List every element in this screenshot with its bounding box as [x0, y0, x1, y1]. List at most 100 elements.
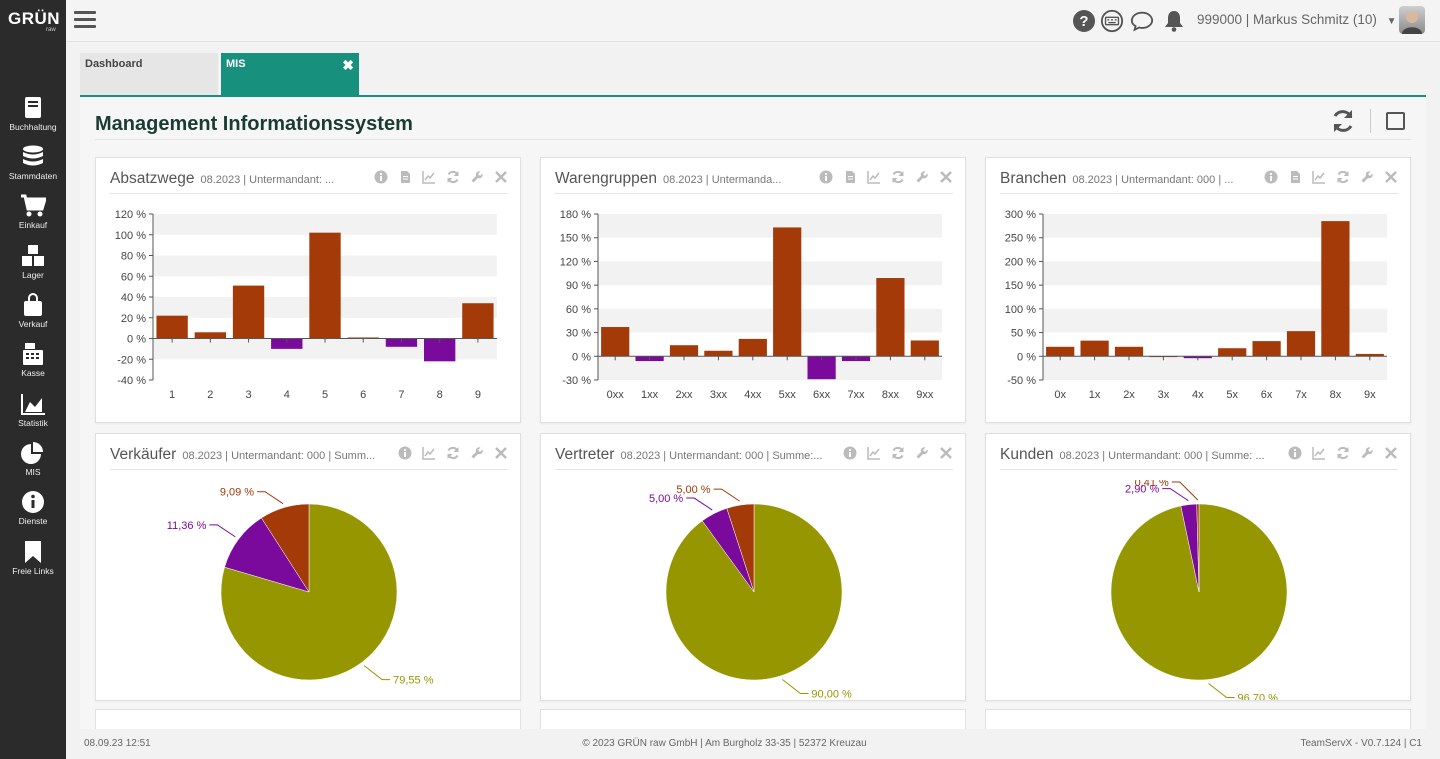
tab-mis[interactable]: MIS ✖ — [221, 53, 359, 95]
keyboard-icon[interactable] — [1100, 9, 1124, 33]
main-panel: Management Informationssystem Absatzwege… — [80, 97, 1426, 729]
line-chart-icon[interactable] — [867, 170, 881, 184]
close-icon[interactable] — [494, 446, 508, 460]
sidebar-item-mis[interactable]: MIS — [0, 441, 66, 487]
sidebar-item-buchhaltung[interactable]: Buchhaltung — [0, 96, 66, 142]
bar[interactable] — [156, 315, 188, 339]
bar[interactable] — [1321, 221, 1350, 357]
close-icon[interactable] — [1384, 170, 1398, 184]
refresh-icon[interactable] — [1336, 446, 1350, 460]
sidebar-item-label: Buchhaltung — [9, 122, 57, 132]
x-tick-label: 2x — [1123, 389, 1135, 401]
info-icon[interactable] — [374, 170, 388, 184]
document-icon[interactable] — [843, 170, 857, 184]
footer-version: TeamServX - V0.7.124 | C1 — [1300, 738, 1422, 749]
info-icon[interactable] — [819, 170, 833, 184]
logo-subtext: raw — [46, 27, 56, 33]
sidebar-item-label: MIS — [25, 467, 41, 477]
wrench-icon[interactable] — [915, 446, 929, 460]
bar[interactable] — [704, 350, 733, 357]
sidebar-item-kasse[interactable]: Kasse — [0, 342, 66, 388]
area-chart-icon — [21, 394, 45, 415]
bar[interactable] — [1114, 346, 1144, 357]
wrench-icon[interactable] — [915, 170, 929, 184]
bar[interactable] — [738, 338, 767, 357]
wrench-icon[interactable] — [1360, 446, 1374, 460]
chevron-down-icon: ▼ — [1386, 16, 1397, 27]
bar[interactable] — [309, 232, 341, 339]
refresh-icon[interactable] — [446, 446, 460, 460]
pie-label: 9,09 % — [220, 487, 254, 499]
x-tick-label: 9xx — [916, 389, 934, 401]
app-logo[interactable]: GRÜN raw — [0, 0, 66, 42]
refresh-icon[interactable] — [891, 170, 905, 184]
tab-label: Dashboard — [85, 58, 143, 70]
bar[interactable] — [1080, 340, 1109, 357]
help-icon[interactable]: ? — [1072, 9, 1096, 33]
bar[interactable] — [1252, 341, 1281, 357]
info-icon[interactable] — [843, 446, 857, 460]
y-tick-label: 60 % — [566, 304, 591, 316]
sidebar-item-label: Statistik — [18, 418, 48, 428]
x-tick-label: 5x — [1226, 389, 1238, 401]
bar[interactable] — [1046, 346, 1075, 357]
y-tick-label: -20 % — [117, 354, 146, 366]
bar[interactable] — [910, 340, 939, 357]
info-icon[interactable] — [1264, 170, 1278, 184]
document-icon[interactable] — [1288, 170, 1302, 184]
bar[interactable] — [462, 303, 494, 339]
bar[interactable] — [669, 345, 699, 357]
menu-toggle-icon[interactable] — [74, 11, 96, 29]
pie-label: 90,00 % — [811, 688, 852, 700]
refresh-icon[interactable] — [1336, 170, 1350, 184]
wrench-icon[interactable] — [470, 170, 484, 184]
line-chart-icon[interactable] — [1312, 170, 1326, 184]
sidebar-item-label: Lager — [22, 270, 44, 280]
bar[interactable] — [1286, 331, 1316, 357]
close-icon[interactable] — [939, 446, 953, 460]
user-menu[interactable]: 999000 | Markus Schmitz (10) ▼ — [1197, 12, 1397, 27]
wrench-icon[interactable] — [470, 446, 484, 460]
y-tick-label: 0 % — [572, 351, 591, 363]
pie-chart-icon — [21, 442, 43, 464]
line-chart-icon[interactable] — [867, 446, 881, 460]
line-chart-icon[interactable] — [422, 170, 436, 184]
bar[interactable] — [773, 227, 802, 357]
widget-subtitle: 08.2023 | Untermandant: 000 | Summe: ... — [1059, 450, 1265, 462]
sidebar-item-stammdaten[interactable]: Stammdaten — [0, 145, 66, 191]
refresh-icon[interactable] — [1330, 108, 1356, 134]
bar[interactable] — [232, 285, 265, 339]
info-icon[interactable] — [398, 446, 412, 460]
maximize-icon[interactable] — [1386, 112, 1405, 130]
bar[interactable] — [1218, 348, 1247, 357]
sidebar-item-dienste[interactable]: Dienste — [0, 490, 66, 536]
bar[interactable] — [601, 327, 630, 357]
close-icon[interactable]: ✖ — [342, 57, 354, 74]
refresh-icon[interactable] — [891, 446, 905, 460]
notification-bell-icon[interactable] — [1162, 9, 1186, 33]
bar[interactable] — [194, 332, 227, 339]
sidebar-item-verkauf[interactable]: Verkauf — [0, 293, 66, 339]
cart-icon — [21, 194, 46, 217]
chat-icon[interactable] — [1130, 9, 1154, 33]
sidebar-item-lager[interactable]: Lager — [0, 244, 66, 290]
bar[interactable] — [876, 278, 905, 357]
sidebar-item-freie-links[interactable]: Freie Links — [0, 540, 66, 586]
wrench-icon[interactable] — [1360, 170, 1374, 184]
refresh-icon[interactable] — [446, 170, 460, 184]
close-icon[interactable] — [494, 170, 508, 184]
line-chart-icon[interactable] — [1312, 446, 1326, 460]
info-icon[interactable] — [1288, 446, 1302, 460]
close-icon[interactable] — [1384, 446, 1398, 460]
avatar[interactable] — [1399, 6, 1425, 34]
document-icon[interactable] — [398, 170, 412, 184]
tab-dashboard[interactable]: Dashboard — [80, 53, 218, 95]
sidebar-item-einkauf[interactable]: Einkauf — [0, 194, 66, 240]
y-tick-label: 80 % — [121, 251, 146, 263]
x-tick-label: 9 — [475, 389, 481, 401]
line-chart-icon[interactable] — [422, 446, 436, 460]
y-tick-label: -50 % — [1007, 375, 1036, 387]
cash-register-icon — [23, 343, 43, 365]
sidebar-item-statistik[interactable]: Statistik — [0, 392, 66, 438]
close-icon[interactable] — [939, 170, 953, 184]
